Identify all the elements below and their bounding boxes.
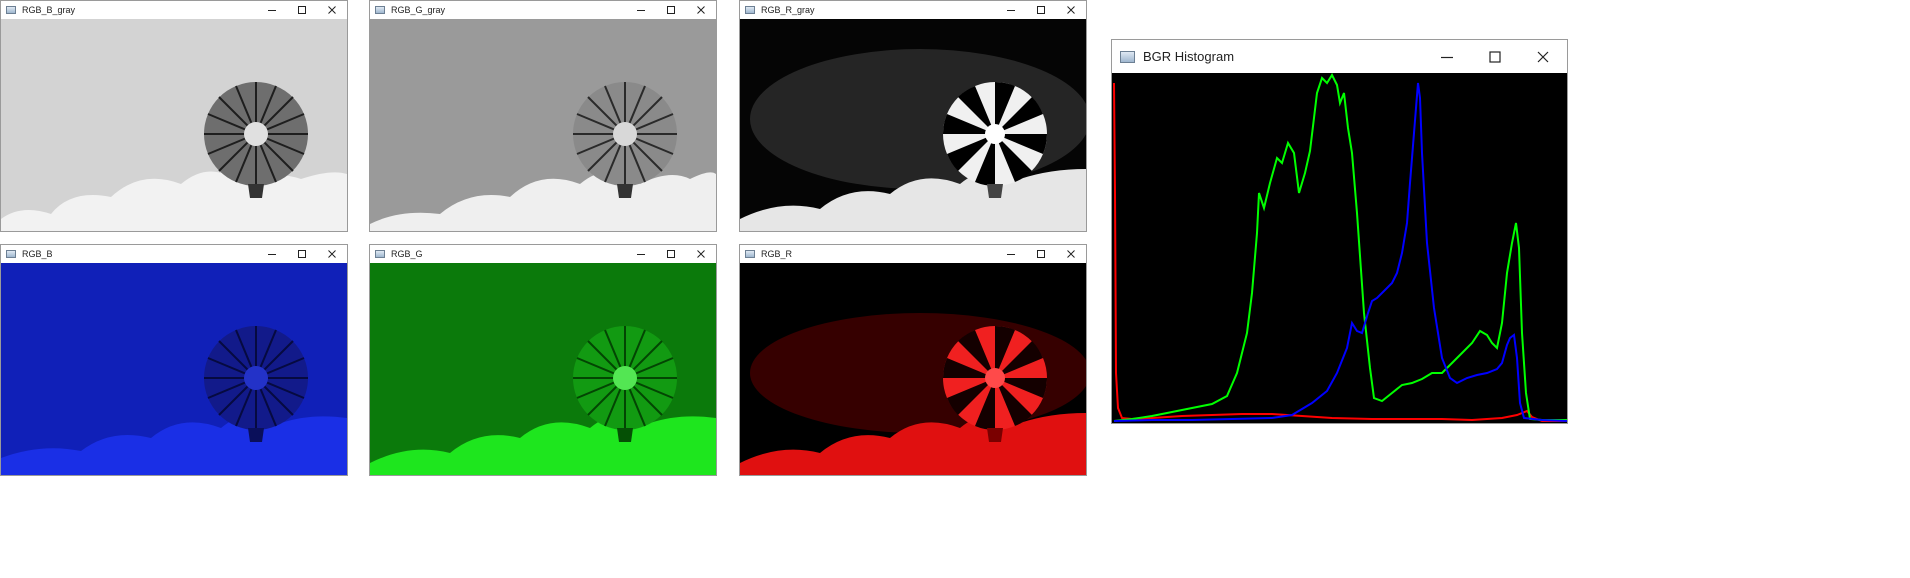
app-icon: [375, 6, 385, 14]
window-rgb-g-gray[interactable]: RGB_G_gray: [369, 0, 717, 232]
maximize-button[interactable]: [287, 1, 317, 19]
histogram-canvas: [1112, 73, 1567, 423]
maximize-button[interactable]: [1471, 40, 1519, 73]
window-title: RGB_G_gray: [391, 5, 446, 15]
close-button[interactable]: [1056, 1, 1086, 19]
minimize-button[interactable]: [257, 1, 287, 19]
channel-image: [1, 263, 347, 475]
app-icon: [6, 250, 16, 258]
minimize-button[interactable]: [1423, 40, 1471, 73]
window-title: RGB_B_gray: [22, 5, 76, 15]
close-button[interactable]: [1056, 245, 1086, 263]
window-title: RGB_G: [391, 249, 423, 259]
minimize-button[interactable]: [996, 245, 1026, 263]
minimize-button[interactable]: [626, 245, 656, 263]
app-icon: [1120, 50, 1135, 63]
maximize-button[interactable]: [656, 245, 686, 263]
channel-image: [1, 19, 347, 231]
channel-image: [740, 19, 1086, 231]
title-bar[interactable]: RGB_B: [1, 245, 347, 263]
title-bar[interactable]: RGB_R: [740, 245, 1086, 263]
app-icon: [745, 250, 755, 258]
title-bar[interactable]: RGB_R_gray: [740, 1, 1086, 19]
channel-image: [370, 19, 716, 231]
channel-image: [740, 263, 1086, 475]
close-button[interactable]: [686, 245, 716, 263]
close-button[interactable]: [1519, 40, 1567, 73]
close-button[interactable]: [686, 1, 716, 19]
window-title: RGB_R_gray: [761, 5, 815, 15]
title-bar[interactable]: RGB_G: [370, 245, 716, 263]
maximize-button[interactable]: [1026, 1, 1056, 19]
window-bgr-histogram[interactable]: BGR Histogram: [1111, 39, 1568, 424]
close-button[interactable]: [317, 245, 347, 263]
app-icon: [375, 250, 385, 258]
window-rgb-g[interactable]: RGB_G: [369, 244, 717, 476]
app-icon: [745, 6, 755, 14]
minimize-button[interactable]: [626, 1, 656, 19]
window-title: BGR Histogram: [1143, 49, 1235, 64]
maximize-button[interactable]: [287, 245, 317, 263]
maximize-button[interactable]: [656, 1, 686, 19]
window-rgb-b-gray[interactable]: RGB_B_gray: [0, 0, 348, 232]
title-bar[interactable]: RGB_B_gray: [1, 1, 347, 19]
window-title: RGB_B: [22, 249, 53, 259]
window-rgb-b[interactable]: RGB_B: [0, 244, 348, 476]
window-rgb-r[interactable]: RGB_R: [739, 244, 1087, 476]
minimize-button[interactable]: [257, 245, 287, 263]
title-bar[interactable]: BGR Histogram: [1112, 40, 1567, 73]
minimize-button[interactable]: [996, 1, 1026, 19]
channel-image: [370, 263, 716, 475]
app-icon: [6, 6, 16, 14]
maximize-button[interactable]: [1026, 245, 1056, 263]
window-rgb-r-gray[interactable]: RGB_R_gray: [739, 0, 1087, 232]
title-bar[interactable]: RGB_G_gray: [370, 1, 716, 19]
close-button[interactable]: [317, 1, 347, 19]
window-title: RGB_R: [761, 249, 793, 259]
